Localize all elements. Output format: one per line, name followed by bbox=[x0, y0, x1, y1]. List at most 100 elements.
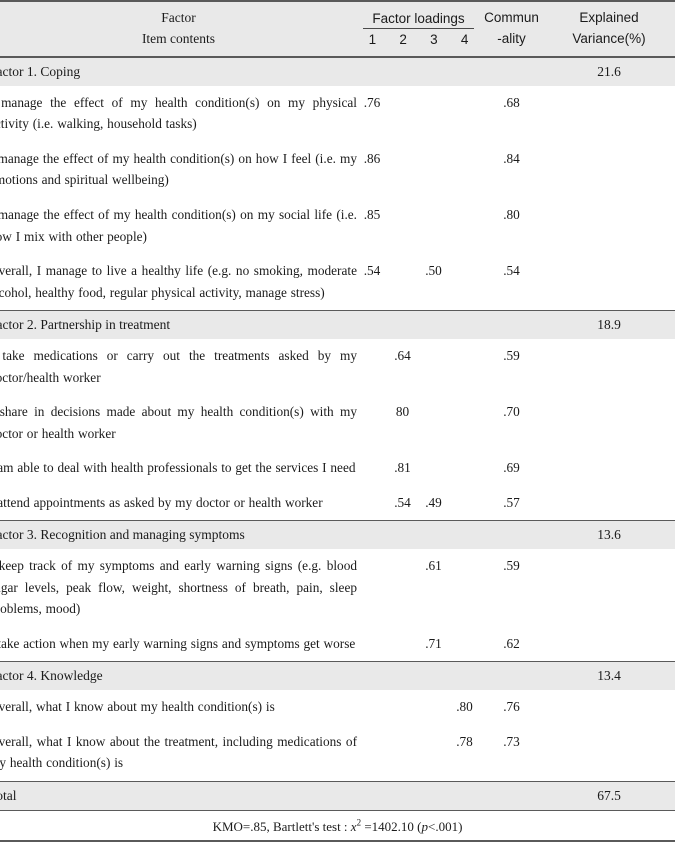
factor-loading-1: .54 bbox=[357, 254, 387, 311]
item-contents: Overall, what I know about my health con… bbox=[0, 690, 357, 725]
communality-value: .69 bbox=[480, 451, 543, 486]
item-contents-text: I am able to deal with health profession… bbox=[0, 460, 356, 476]
item-explained-variance-spacer bbox=[543, 197, 675, 255]
factor-section-explained-variance: 13.6 bbox=[543, 520, 675, 550]
item-row: I take medications or carry out the trea… bbox=[0, 339, 675, 396]
factor-loading-4 bbox=[449, 549, 480, 627]
factor-loading-1: .86 bbox=[357, 141, 387, 198]
item-explained-variance-spacer bbox=[543, 254, 675, 311]
factor-loading-4 bbox=[449, 339, 480, 396]
factor-loading-3 bbox=[418, 690, 449, 725]
header-label-factor: Factor bbox=[161, 10, 196, 25]
item-contents-text: Overall, what I know about the treatment… bbox=[0, 733, 357, 771]
factor-section-explained-variance: 18.9 bbox=[543, 310, 675, 340]
header-label-factor-loadings: Factor loadings bbox=[363, 11, 474, 29]
communality-value: .62 bbox=[480, 626, 543, 662]
item-contents: I take action when my early warning sign… bbox=[0, 626, 357, 662]
factor-section-row: Factor 3. Recognition and managing sympt… bbox=[0, 520, 675, 550]
factor-loading-1: .76 bbox=[357, 85, 387, 142]
factor-section-row: Factor 2. Partnership in treatment 18.9 bbox=[0, 310, 675, 340]
factor-section-label: Factor 2. Partnership in treatment bbox=[0, 310, 543, 340]
item-contents-text: I take medications or carry out the trea… bbox=[0, 348, 357, 385]
header-loading-col-3: 3 bbox=[430, 31, 438, 47]
factor-loading-1 bbox=[357, 626, 387, 662]
item-contents-text: I share in decisions made about my healt… bbox=[0, 404, 357, 441]
factor-loading-4: .80 bbox=[449, 690, 480, 725]
factor-loading-4 bbox=[449, 626, 480, 662]
header-label-variance-pct: Variance(%) bbox=[572, 30, 646, 46]
item-explained-variance-spacer bbox=[543, 141, 675, 198]
item-explained-variance-spacer bbox=[543, 451, 675, 486]
factor-loading-3 bbox=[418, 141, 449, 198]
factor-loading-2 bbox=[387, 549, 418, 627]
communality-value: .57 bbox=[480, 485, 543, 521]
factor-loading-4 bbox=[449, 395, 480, 452]
factor-section-row: Factor 1. Coping 21.6 bbox=[0, 56, 675, 86]
factor-loading-2 bbox=[387, 626, 418, 662]
factor-section-label: Factor 3. Recognition and managing sympt… bbox=[0, 520, 543, 550]
factor-section-row: Factor 4. Knowledge 13.4 bbox=[0, 661, 675, 691]
header-loading-col-1: 1 bbox=[368, 31, 377, 47]
item-contents: Overall, I manage to live a healthy life… bbox=[0, 254, 357, 311]
factor-loading-4 bbox=[449, 485, 480, 521]
item-contents-text: I keep track of my symptoms and early wa… bbox=[0, 558, 357, 617]
item-row: I attend appointments as asked by my doc… bbox=[0, 485, 675, 521]
communality-value: .76 bbox=[480, 690, 543, 725]
item-explained-variance-spacer bbox=[543, 549, 675, 627]
item-explained-variance-spacer bbox=[543, 690, 675, 725]
factor-loading-1 bbox=[357, 690, 387, 725]
factor-loading-3 bbox=[418, 339, 449, 396]
factor-loading-3 bbox=[418, 197, 449, 255]
factor-section-explained-variance: 13.4 bbox=[543, 661, 675, 691]
factor-loading-3 bbox=[418, 395, 449, 452]
factor-section-name: Factor 2. Partnership in treatment bbox=[0, 317, 171, 333]
item-contents-text: I take action when my early warning sign… bbox=[0, 635, 356, 651]
factor-loading-1 bbox=[357, 451, 387, 486]
factor-loading-2: 80 bbox=[387, 395, 418, 452]
footnote-row: KMO=.85, Bartlett's test : x2 =1402.10 (… bbox=[0, 810, 675, 842]
factor-loading-value: 80 bbox=[395, 404, 410, 420]
factor-loading-3: .61 bbox=[418, 549, 449, 627]
factor-loading-1 bbox=[357, 485, 387, 521]
item-contents: I am able to deal with health profession… bbox=[0, 451, 357, 486]
item-row: Overall, what I know about my health con… bbox=[0, 690, 675, 725]
factor-loading-2 bbox=[387, 141, 418, 198]
item-contents: I manage the effect of my health conditi… bbox=[0, 197, 357, 255]
factor-loading-2: .81 bbox=[387, 451, 418, 486]
table-header: Factor Item contents Factor loadings 1 2… bbox=[0, 0, 675, 58]
item-row: I manage the effect of my health conditi… bbox=[0, 197, 675, 255]
factor-section-explained-variance: 21.6 bbox=[543, 56, 675, 86]
item-explained-variance-spacer bbox=[543, 626, 675, 662]
footnote-kmo: KMO=.85, bbox=[212, 819, 270, 835]
factor-section-name: Factor 4. Knowledge bbox=[0, 668, 103, 684]
communality-value: .59 bbox=[480, 549, 543, 627]
factor-loading-3: .49 bbox=[418, 485, 449, 521]
item-contents-text: I manage the effect of my health conditi… bbox=[0, 206, 357, 244]
footnote-chi-exponent: 2 bbox=[356, 818, 362, 828]
item-row: I keep track of my symptoms and early wa… bbox=[0, 549, 675, 627]
factor-loading-1 bbox=[357, 395, 387, 452]
footnote-text: KMO=.85, Bartlett's test : x2 =1402.10 (… bbox=[212, 818, 463, 835]
total-explained-variance: 67.5 bbox=[543, 781, 675, 811]
total-label: Total bbox=[0, 781, 543, 811]
factor-loading-2: .54 bbox=[387, 485, 418, 521]
item-contents-text: Overall, I manage to live a healthy life… bbox=[0, 263, 357, 300]
factor-loading-4 bbox=[449, 141, 480, 198]
footnote-bartlett: Bartlett's test : bbox=[272, 819, 348, 835]
item-row: I share in decisions made about my healt… bbox=[0, 395, 675, 452]
item-row: I am able to deal with health profession… bbox=[0, 451, 675, 486]
factor-loading-4 bbox=[449, 254, 480, 311]
factor-loading-3 bbox=[418, 451, 449, 486]
factor-loading-1 bbox=[357, 724, 387, 782]
item-contents: I attend appointments as asked by my doc… bbox=[0, 485, 357, 521]
factor-loading-3: .50 bbox=[418, 254, 449, 311]
factor-loading-3: .71 bbox=[418, 626, 449, 662]
item-row: I manage the effect of my health conditi… bbox=[0, 141, 675, 198]
communality-value: .73 bbox=[480, 724, 543, 782]
factor-loading-4 bbox=[449, 451, 480, 486]
item-explained-variance-spacer bbox=[543, 339, 675, 396]
footnote-cell: KMO=.85, Bartlett's test : x2 =1402.10 (… bbox=[0, 810, 675, 842]
item-contents: I manage the effect of my health conditi… bbox=[0, 85, 357, 142]
factor-loading-4 bbox=[449, 85, 480, 142]
item-contents: I share in decisions made about my healt… bbox=[0, 395, 357, 452]
